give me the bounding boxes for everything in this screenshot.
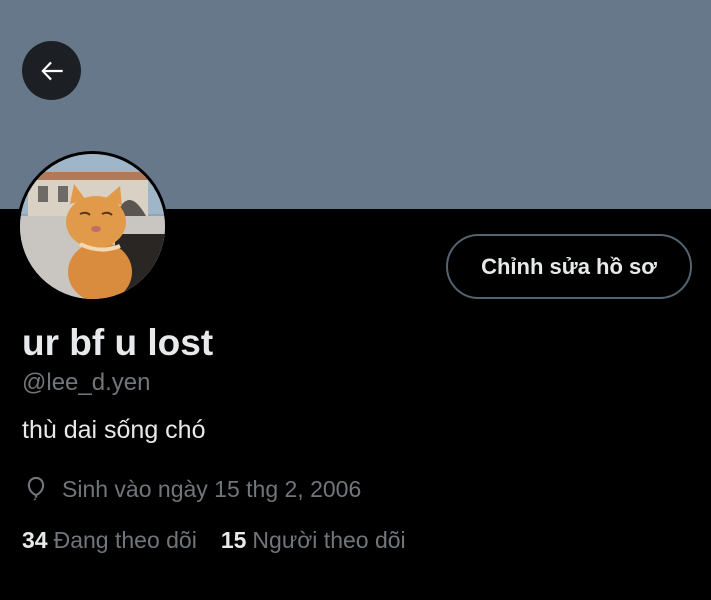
avatar-photo: [20, 154, 165, 299]
birth-date: Sinh vào ngày 15 thg 2, 2006: [22, 474, 361, 504]
following-count: 34: [22, 527, 48, 553]
edit-profile-button[interactable]: Chỉnh sửa hồ sơ: [446, 234, 692, 299]
followers-count: 15: [220, 527, 247, 553]
profile-bio: thù dai sống chó: [22, 416, 206, 444]
followers-label: Người theo dõi: [252, 527, 406, 553]
balloon-icon: [22, 474, 52, 504]
birth-date-text: Sinh vào ngày 15 thg 2, 2006: [62, 475, 362, 502]
avatar[interactable]: [17, 151, 168, 302]
username-handle: @lee_d.yen: [22, 369, 151, 396]
display-name: ur bf u lost: [22, 322, 214, 363]
following-link[interactable]: 34 Đang theo dõi: [22, 527, 197, 554]
back-button[interactable]: [22, 41, 81, 100]
follow-stats: 34 Đang theo dõi 15 Người theo dõi: [22, 527, 406, 554]
following-label: Đang theo dõi: [53, 527, 197, 553]
arrow-left-icon: [40, 61, 63, 80]
followers-link[interactable]: 15 Người theo dõi: [221, 527, 406, 554]
